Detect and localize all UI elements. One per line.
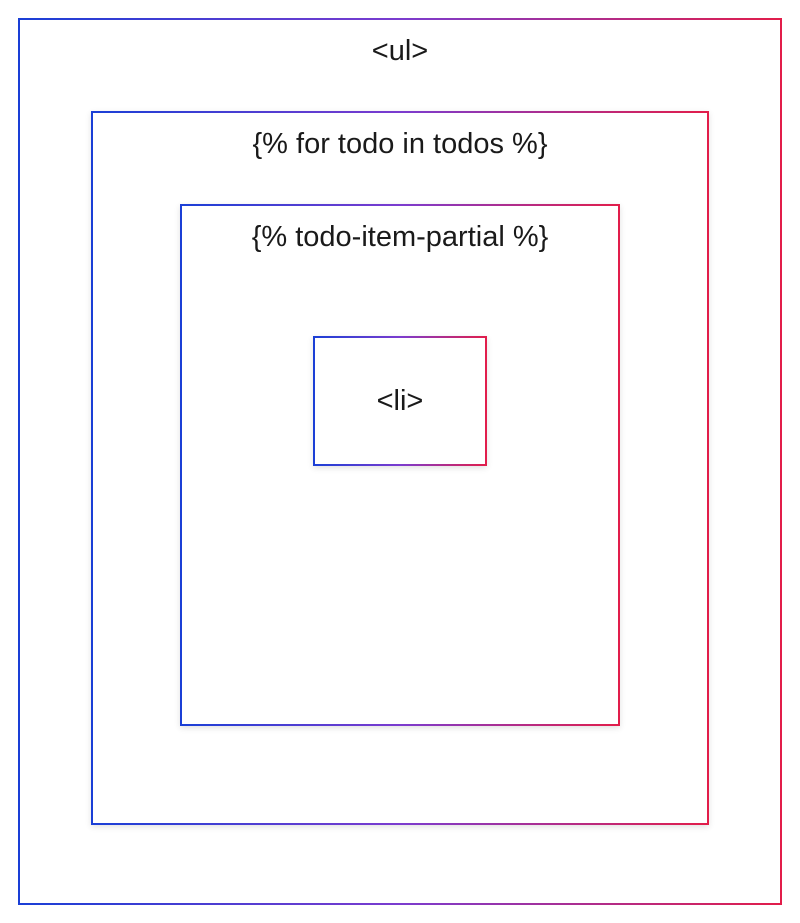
partial-label: {% todo-item-partial %} [252,206,549,255]
inner-label: <li> [377,384,424,419]
outer-label: <ul> [372,20,428,69]
for-loop-label: {% for todo in todos %} [252,113,547,162]
inner-box-li: <li> [313,336,487,466]
partial-box: {% todo-item-partial %} <li> [180,204,620,726]
for-loop-box: {% for todo in todos %} {% todo-item-par… [91,111,709,825]
outer-box-ul: <ul> {% for todo in todos %} {% todo-ite… [18,18,782,905]
